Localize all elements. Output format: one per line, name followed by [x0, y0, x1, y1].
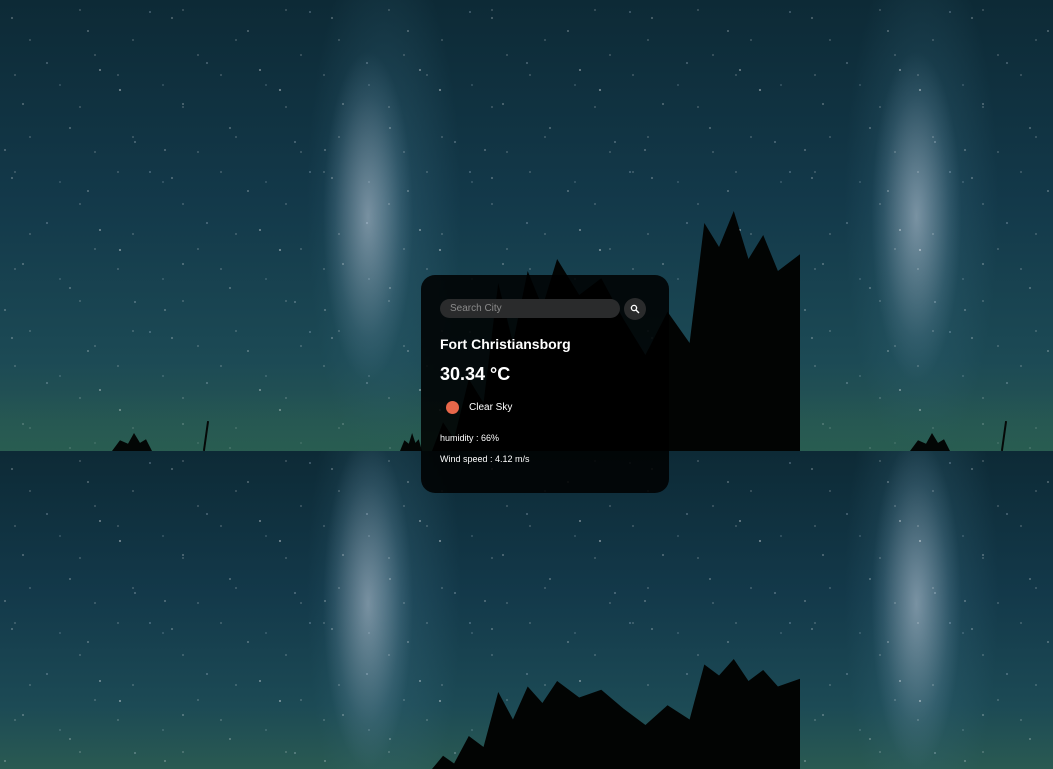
city-name: Fort Christiansborg — [440, 336, 571, 352]
background-tile — [800, 451, 1053, 769]
humidity: humidity : 66% — [440, 433, 500, 443]
temperature: 30.34 °C — [440, 364, 511, 384]
condition-text: Clear Sky — [469, 402, 513, 413]
wind-speed: Wind speed : 4.12 m/s — [440, 454, 530, 464]
weather-condition: Clear Sky — [446, 400, 646, 416]
search-icon — [630, 304, 640, 314]
weather-card: Fort Christiansborg 30.34 °C Clear Sky h… — [421, 275, 669, 493]
search-bar — [440, 298, 650, 320]
search-button[interactable] — [624, 298, 646, 320]
background-tile — [800, 0, 1053, 451]
background-tile — [0, 0, 800, 451]
background-tile — [0, 451, 800, 769]
sun-icon — [446, 401, 459, 414]
search-input[interactable] — [440, 299, 620, 318]
